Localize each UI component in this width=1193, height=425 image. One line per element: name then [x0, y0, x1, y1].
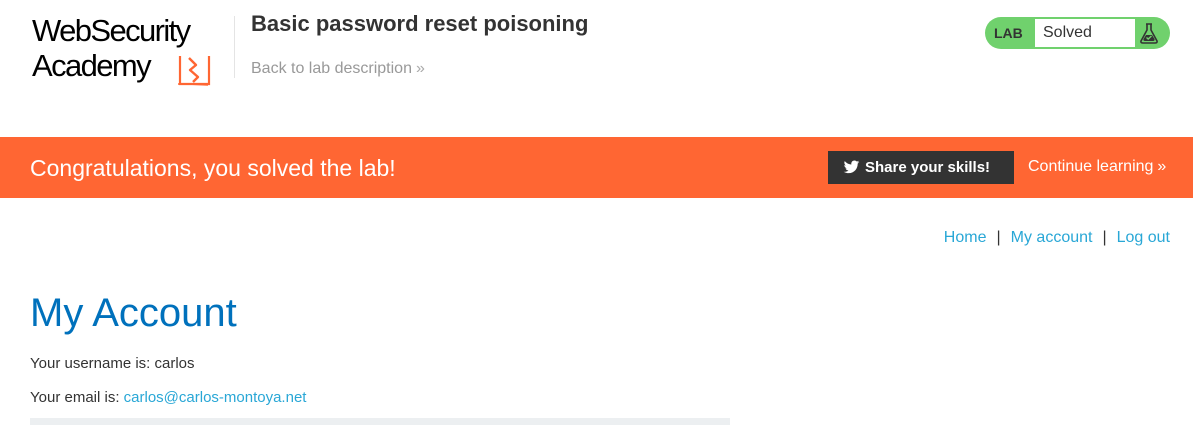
flask-icon: [1140, 23, 1158, 44]
nav-home-link[interactable]: Home: [944, 229, 987, 246]
lab-header: WebSecurity Academy Basic password reset…: [0, 0, 1193, 137]
double-chevron-right-icon: »: [1157, 158, 1166, 175]
share-your-skills-button[interactable]: Share your skills!: [828, 151, 1014, 184]
lab-title: Basic password reset poisoning: [251, 11, 589, 36]
lab-status-widget: LAB Solved: [985, 17, 1170, 49]
username-info: Your username is: carlos: [30, 355, 195, 372]
continue-learning-link[interactable]: Continue learning»: [1028, 157, 1166, 177]
logo-line-2: Academy: [32, 48, 152, 83]
continue-learning-label: Continue learning: [1028, 158, 1154, 175]
share-button-label: Share your skills!: [865, 159, 991, 176]
nav-separator: |: [996, 229, 1001, 246]
email-address-link[interactable]: carlos@carlos-montoya.net: [124, 389, 307, 406]
email-info: Your email is: carlos@carlos-montoya.net: [30, 389, 306, 407]
back-to-lab-description-link[interactable]: Back to lab description»: [251, 59, 425, 79]
nav-my-account-link[interactable]: My account: [1011, 229, 1093, 246]
web-security-academy-logo[interactable]: WebSecurity Academy: [32, 14, 232, 88]
solved-banner: Congratulations, you solved the lab! Sha…: [0, 137, 1193, 198]
logo-line-1: WebSecurity: [32, 13, 191, 48]
lab-status-label: LAB: [994, 25, 1023, 41]
congratulations-message: Congratulations, you solved the lab!: [30, 155, 396, 181]
email-label: Your email is:: [30, 389, 124, 406]
lab-status-value: Solved: [1035, 19, 1135, 47]
change-email-form-area: [30, 418, 730, 425]
nav-separator: |: [1102, 229, 1107, 246]
nav-log-out-link[interactable]: Log out: [1117, 229, 1170, 246]
double-chevron-right-icon: »: [415, 60, 425, 77]
back-link-label: Back to lab description: [251, 60, 412, 77]
academy-logo-mark-icon: [178, 56, 211, 86]
twitter-icon: [843, 160, 860, 174]
page-title: My Account: [30, 291, 237, 335]
header-divider: [234, 16, 235, 78]
top-navigation: Home | My account | Log out: [944, 228, 1170, 248]
